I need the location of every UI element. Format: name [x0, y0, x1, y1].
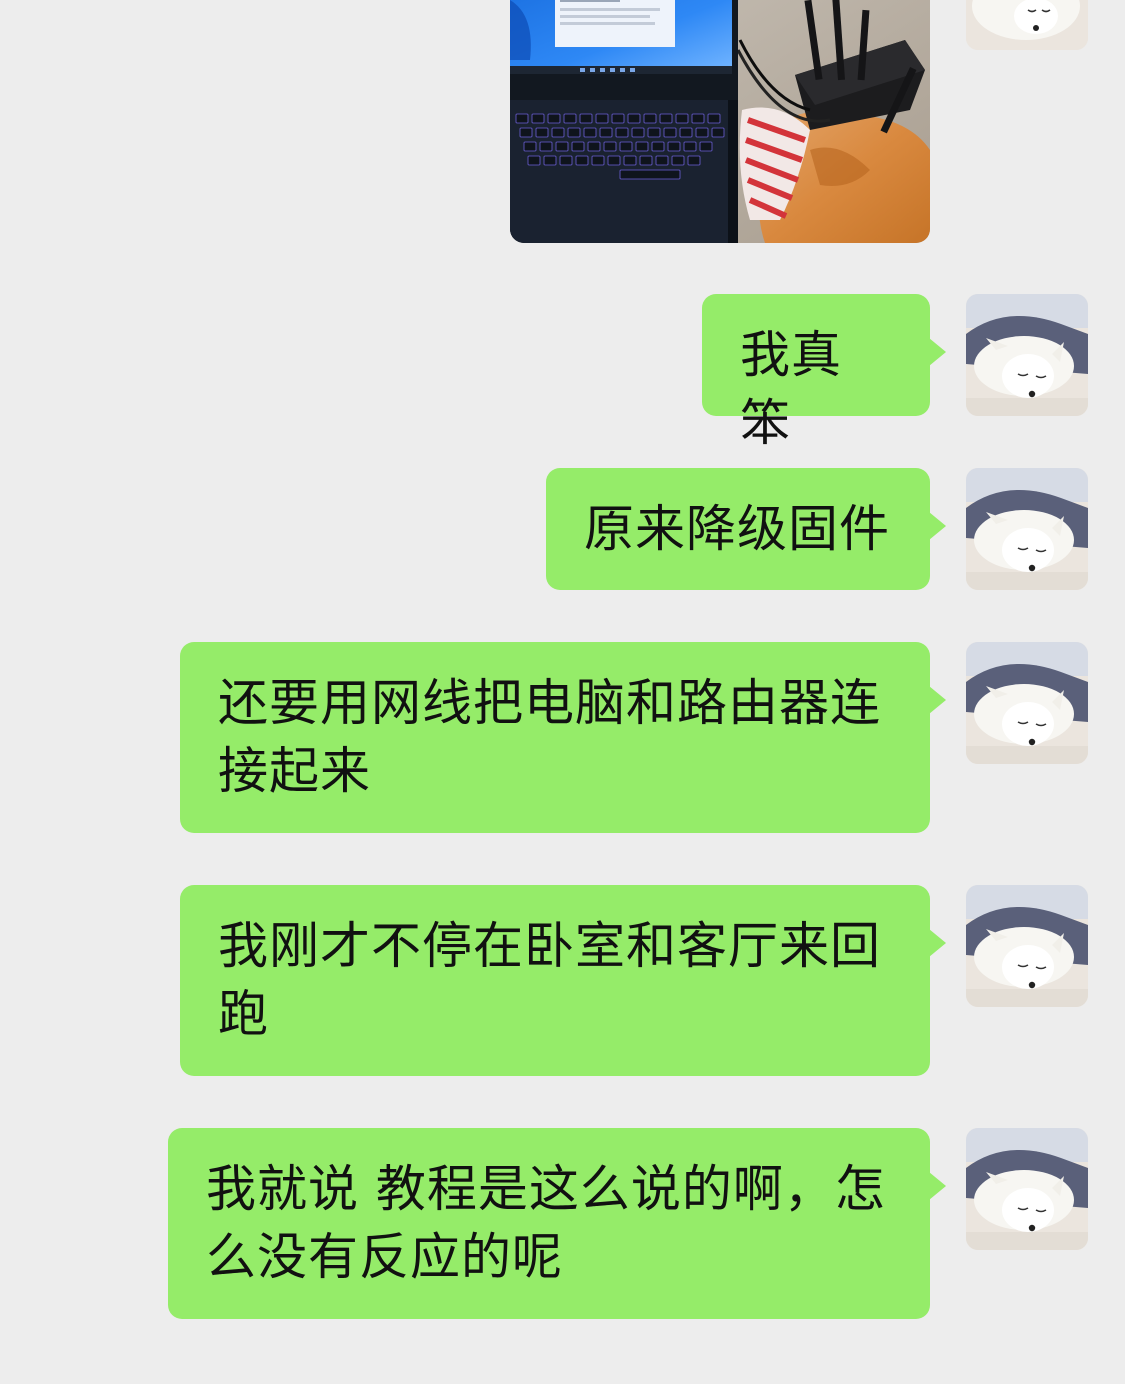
chat-bubble[interactable]: 还要用网线把电脑和路由器连接起来	[180, 642, 946, 833]
message-text: 还要用网线把电脑和路由器连接起来	[218, 674, 881, 800]
message-row: 原来降级固件	[0, 468, 1125, 592]
chat-bubble[interactable]: 我真笨	[702, 294, 946, 452]
samoyed-dog-icon	[966, 0, 1088, 50]
message-row: 还要用网线把电脑和路由器连接起来	[0, 642, 1125, 834]
message-text: 原来降级固件	[584, 500, 890, 558]
message-row: 我真笨	[0, 294, 1125, 452]
photo-message[interactable]	[510, 0, 930, 243]
avatar[interactable]	[966, 468, 1088, 590]
samoyed-dog-icon	[966, 642, 1088, 764]
message-row: 我就说 教程是这么说的啊，怎么没有反应的呢	[0, 1128, 1125, 1320]
avatar[interactable]	[966, 642, 1088, 764]
avatar[interactable]	[966, 0, 1088, 50]
message-text: 我就说 教程是这么说的啊，怎么没有反应的呢	[206, 1160, 886, 1286]
avatar[interactable]	[966, 885, 1088, 1007]
samoyed-dog-icon	[966, 885, 1088, 1007]
message-text: 我真笨	[740, 326, 842, 452]
samoyed-dog-icon	[966, 294, 1088, 416]
chat-bubble[interactable]: 我刚才不停在卧室和客厅来回跑	[180, 885, 946, 1076]
avatar[interactable]	[966, 294, 1088, 416]
avatar[interactable]	[966, 1128, 1088, 1250]
message-row: 我刚才不停在卧室和客厅来回跑	[0, 885, 1125, 1077]
samoyed-dog-icon	[966, 468, 1088, 590]
samoyed-dog-icon	[966, 1128, 1088, 1250]
laptop-router-photo	[510, 0, 930, 243]
message-text: 我刚才不停在卧室和客厅来回跑	[218, 917, 881, 1043]
photo-message-row	[0, 0, 1125, 260]
chat-bubble[interactable]: 原来降级固件	[546, 468, 946, 590]
chat-bubble[interactable]: 我就说 教程是这么说的啊，怎么没有反应的呢	[168, 1128, 946, 1319]
